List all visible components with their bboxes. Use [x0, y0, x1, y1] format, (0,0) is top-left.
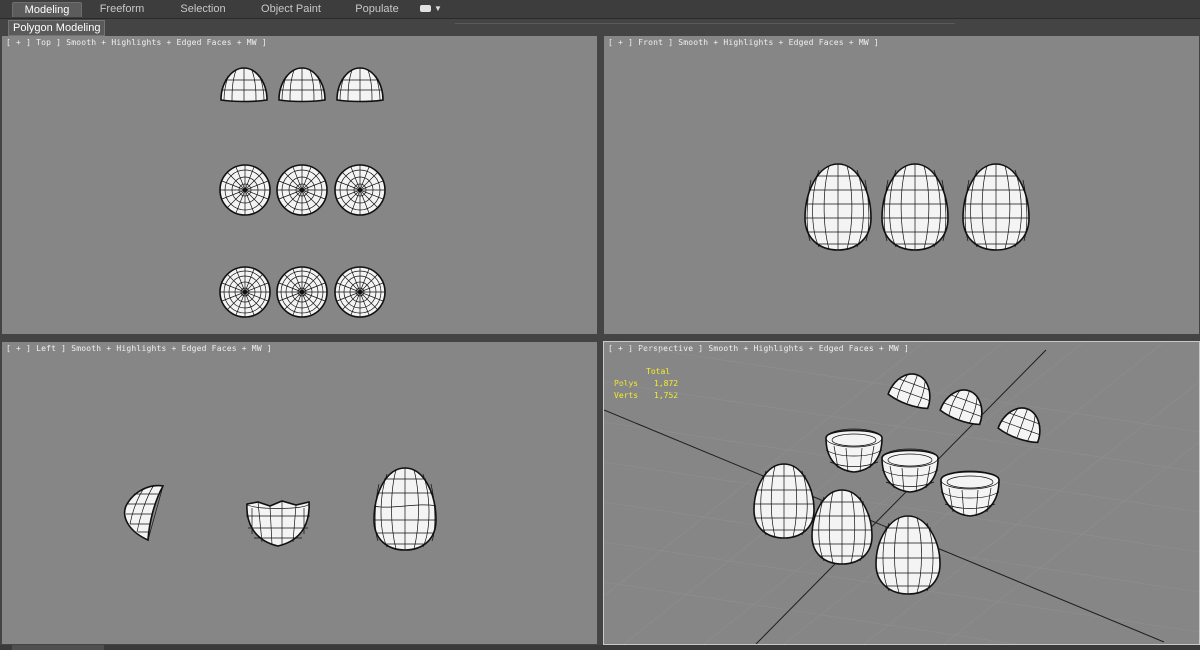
viewport-left[interactable]: [ + ] Left ] Smooth + Highlights + Edged…: [2, 342, 597, 644]
time-slider[interactable]: [12, 645, 104, 650]
top-row-shell-halves: [220, 67, 384, 103]
front-egg-1: [804, 163, 872, 251]
tab-freeform[interactable]: Freeform: [90, 2, 154, 16]
tab-populate[interactable]: Populate: [346, 2, 408, 16]
chevron-down-icon: ▼: [434, 4, 442, 13]
left-open-cup: [246, 500, 310, 547]
ribbon-divider: [455, 23, 955, 24]
top-row-whole-eggs: [219, 266, 386, 318]
status-bar: [0, 645, 1200, 650]
left-whole-egg: [373, 467, 437, 551]
tab-object-paint[interactable]: Object Paint: [252, 2, 330, 16]
tab-modeling[interactable]: Modeling: [12, 2, 82, 17]
ribbon-options-dropdown[interactable]: ▼: [420, 4, 442, 14]
tab-selection[interactable]: Selection: [168, 2, 238, 16]
left-shell-half: [123, 484, 165, 542]
front-view-scene: [804, 163, 1030, 251]
top-row-open-cups: [219, 164, 386, 216]
left-view-scene: [123, 467, 437, 551]
perspective-shell-halves: [887, 373, 1041, 444]
perspective-view-scene: [604, 342, 1199, 644]
perspective-axes: [604, 349, 1165, 644]
ribbon-options-icon: [420, 5, 431, 12]
viewport-perspective[interactable]: [ + ] Perspective ] Smooth + Highlights …: [603, 341, 1200, 645]
polygon-modeling-panel-button[interactable]: Polygon Modeling: [8, 20, 106, 36]
ribbon-panel-bar: Polygon Modeling: [0, 19, 1200, 36]
front-egg-3: [962, 163, 1030, 251]
viewport-front[interactable]: [ + ] Front ] Smooth + Highlights + Edge…: [604, 36, 1199, 334]
ribbon-tabs: Modeling Freeform Selection Object Paint…: [0, 0, 1200, 19]
front-egg-2: [881, 163, 949, 251]
top-view-scene: [219, 67, 386, 318]
viewport-top[interactable]: [ + ] Top ] Smooth + Highlights + Edged …: [2, 36, 597, 334]
